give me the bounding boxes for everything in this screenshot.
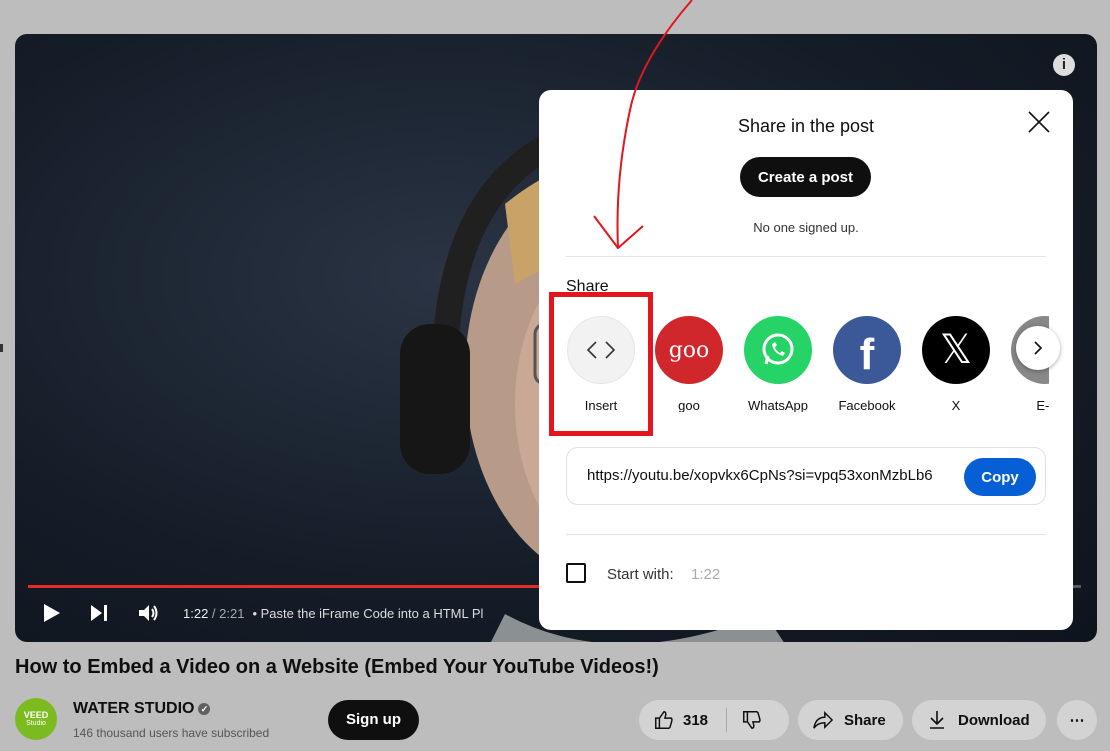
close-icon[interactable] — [1027, 110, 1051, 134]
progress-fill — [28, 585, 544, 588]
share-button[interactable]: Share — [798, 700, 903, 740]
play-icon[interactable] — [43, 603, 61, 623]
create-post-button[interactable]: Create a post — [740, 157, 871, 197]
share-url[interactable]: https://youtu.be/xopvkx6CpNs?si=vpq53xon… — [587, 467, 953, 484]
download-icon — [930, 711, 944, 729]
share-target-label: X — [951, 398, 961, 412]
share-target-whatsapp[interactable]: WhatsApp — [738, 312, 818, 412]
facebook-logo-text: f — [859, 330, 875, 379]
dislike-button[interactable] — [727, 709, 763, 731]
start-with-label: Start with: — [607, 566, 674, 583]
share-target-x[interactable]: 𝕏 X — [916, 312, 996, 412]
like-dislike-group: 318 — [639, 700, 789, 740]
share-target-label: WhatsApp — [748, 398, 808, 412]
volume-icon[interactable] — [137, 603, 161, 623]
page-edge-mark — [0, 344, 3, 352]
modal-title: Share in the post — [737, 116, 875, 136]
channel-avatar[interactable]: VEED Studio — [15, 698, 57, 740]
like-count: 318 — [683, 711, 709, 729]
share-url-box: https://youtu.be/xopvkx6CpNs?si=vpq53xon… — [566, 447, 1046, 505]
signup-button[interactable]: Sign up — [328, 700, 419, 740]
goo-icon: goo — [655, 316, 723, 384]
divider — [566, 534, 1046, 535]
x-logo-text: 𝕏 — [939, 327, 973, 373]
next-targets-button[interactable] — [1016, 326, 1060, 370]
share-target-label: E-r — [1036, 398, 1049, 412]
like-button[interactable]: 318 — [639, 709, 708, 731]
goo-logo-text: goo — [668, 337, 710, 363]
download-button[interactable]: Download — [912, 700, 1046, 740]
avatar-text-bottom: Studio — [26, 720, 46, 727]
channel-name[interactable]: WATER STUDIO ✓ — [73, 700, 211, 718]
info-icon[interactable]: i — [1053, 54, 1075, 76]
time-total: / 2:21 — [208, 605, 245, 621]
channel-row: VEED Studio WATER STUDIO ✓ 146 thousand u… — [15, 696, 1097, 746]
avatar-text-top: VEED — [23, 710, 49, 720]
annotation-highlight-box — [549, 292, 653, 436]
x-logo-icon: 𝕏 — [922, 316, 990, 384]
share-button-label: Share — [844, 711, 886, 729]
subscriber-count: 146 thousand users have subscribed — [73, 726, 270, 740]
divider — [566, 256, 1046, 257]
time-current: 1:22 — [183, 605, 209, 621]
verified-icon: ✓ — [198, 703, 211, 715]
download-button-label: Download — [958, 711, 1030, 729]
more-actions-button[interactable]: ⋯ — [1057, 700, 1097, 740]
no-one-signed-up-text: No one signed up. — [753, 220, 859, 235]
next-video-icon[interactable] — [89, 603, 109, 623]
share-target-facebook[interactable]: f Facebook — [827, 312, 907, 412]
more-icon: ⋯ — [1069, 712, 1085, 729]
chapter-title[interactable]: • Paste the iFrame Code into a HTML Pl — [252, 606, 483, 621]
start-with-checkbox[interactable] — [566, 563, 586, 583]
video-title: How to Embed a Video on a Website (Embed… — [15, 656, 659, 678]
whatsapp-icon — [744, 316, 812, 384]
channel-name-text: WATER STUDIO — [73, 700, 195, 717]
chevron-right-icon — [1034, 341, 1043, 355]
time-display: 1:22 / 2:21 — [183, 606, 244, 621]
share-arrow-icon — [813, 710, 834, 730]
facebook-icon: f — [833, 316, 901, 384]
copy-button[interactable]: Copy — [964, 458, 1036, 496]
share-target-label: Facebook — [838, 398, 896, 412]
share-target-goo[interactable]: goo goo — [649, 312, 729, 412]
thumbs-down-icon — [743, 711, 761, 729]
thumbs-up-icon — [655, 711, 673, 729]
share-target-label: goo — [678, 398, 700, 412]
start-with-time[interactable]: 1:22 — [691, 566, 720, 583]
